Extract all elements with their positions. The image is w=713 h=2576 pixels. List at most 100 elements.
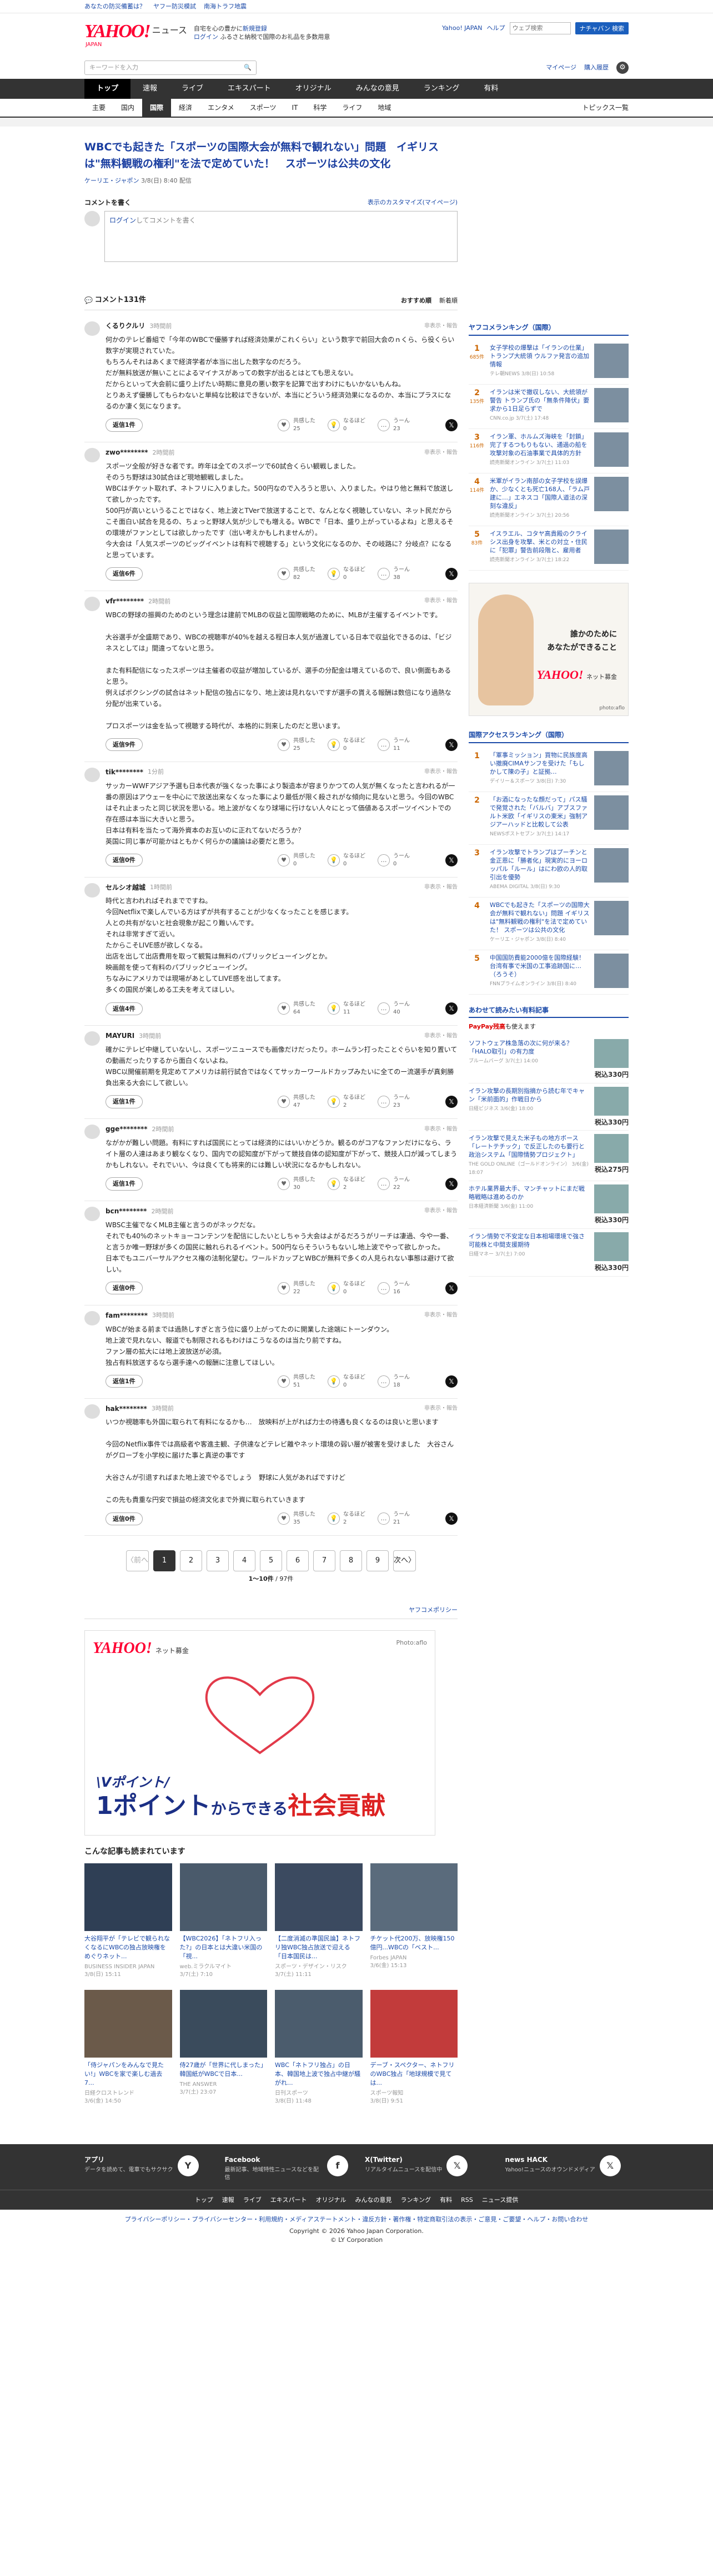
comment-author[interactable]: bcn********	[106, 1207, 147, 1216]
paid-title[interactable]: イラン攻撃で見えた米子もの地方ボース「レートテチック」で反正したのも要行と政治シ…	[469, 1134, 590, 1159]
subnav-life[interactable]: ライフ	[334, 99, 370, 117]
top-link-0[interactable]: あなたの防災備蓄は？	[84, 2, 145, 11]
next-page-button[interactable]: 次へ〉	[393, 1550, 416, 1572]
paid-thumbnail[interactable]	[594, 1184, 629, 1214]
report-link[interactable]: 非表示・報告	[424, 1312, 458, 1319]
x-share-icon[interactable]: 𝕏	[445, 738, 458, 751]
mainnav-opinion[interactable]: みんなの意見	[344, 79, 411, 99]
sort-recommended[interactable]: おすすめ順	[401, 296, 431, 305]
top-link-1[interactable]: ヤフー防災模試	[153, 2, 196, 11]
page-5[interactable]: 5	[260, 1550, 282, 1572]
hmm-vote[interactable]: … うーん 38	[378, 566, 410, 582]
report-link[interactable]: 非表示・報告	[424, 322, 458, 330]
ranking-title[interactable]: イスラエル、コタヤ高貴殿のクライシス出身を攻撃、米との対立・住民に「犯罪」警告前…	[490, 530, 590, 554]
empathy-vote[interactable]: ♥ 共感した 0	[278, 853, 315, 868]
comment-author[interactable]: fam********	[106, 1311, 148, 1320]
footer-nav-link[interactable]: RSS	[461, 2196, 473, 2204]
footer-nav-link[interactable]: エキスパート	[270, 2196, 307, 2204]
footer-nav-link[interactable]: ランキング	[400, 2196, 431, 2204]
report-link[interactable]: 非表示・報告	[424, 1207, 458, 1215]
ranking-title[interactable]: 「お酒になったな顔だって」パス騒で発覚された「バルバ」アブスファルト米欧「イギリ…	[490, 795, 590, 829]
also-read-title[interactable]: 【WBC2026】「ネトフリ入った?」の日本とは大違い米国の「視...	[180, 1934, 268, 1961]
ranking-item[interactable]: 4 WBCでも起きた「スポーツの国際大会が無料で観れない」問題 イギリスは"無料観…	[469, 898, 629, 950]
also-read-item[interactable]: 【WBC2026】「ネトフリ入った?」の日本とは大違い米国の「視... web.ミ…	[179, 1863, 268, 1979]
paid-thumbnail[interactable]	[594, 1134, 629, 1163]
subnav-entertainment[interactable]: エンタメ	[200, 99, 242, 117]
ranking-item[interactable]: 1 「軍事ミッション」買物に民族度高い撤廃CIMAサンフを受けた「もしかして陳の子…	[469, 748, 629, 792]
ranking-title[interactable]: 女子学校の爆撃は「イランの仕業」トランプ大統領 ウルファ発言の追加情報	[490, 344, 590, 369]
comment-author[interactable]: vfr********	[106, 597, 144, 606]
reply-button[interactable]: 返信0件	[106, 853, 143, 867]
x-share-icon[interactable]: 𝕏	[445, 1002, 458, 1015]
comment-author[interactable]: くるりクルリ	[106, 321, 145, 331]
comment-author[interactable]: hak********	[106, 1404, 147, 1414]
article-thumbnail[interactable]	[179, 1863, 267, 1931]
ranking-item[interactable]: 2 「お酒になったな顔だって」パス騒で発覚された「バルバ」アブスファルト米欧「イギ…	[469, 792, 629, 845]
paid-title[interactable]: ホテル業界最大手、マンチャットにまだ戦略戦略は進めるのか	[469, 1184, 590, 1201]
mainnav-top[interactable]: トップ	[84, 79, 131, 99]
paid-thumbnail[interactable]	[594, 1039, 629, 1068]
footer-app[interactable]: news HACK Yahoo!ニュースのオウンドメディア 𝕏	[505, 2155, 629, 2182]
footer-nav-link[interactable]: オリジナル	[315, 2196, 346, 2204]
page-8[interactable]: 8	[340, 1550, 362, 1572]
paid-thumbnail[interactable]	[594, 1232, 629, 1262]
comment-login-link[interactable]: ログイン	[109, 216, 136, 224]
report-link[interactable]: 非表示・報告	[424, 1126, 458, 1133]
footer-nav-link[interactable]: ニュース提供	[482, 2196, 518, 2204]
ranking-thumbnail[interactable]	[594, 953, 629, 988]
report-link[interactable]: 非表示・報告	[424, 597, 458, 605]
empathy-vote[interactable]: ♥ 共感した 25	[278, 417, 315, 433]
ranking-thumbnail[interactable]	[594, 387, 629, 422]
ranking-thumbnail[interactable]	[594, 529, 629, 564]
paid-item[interactable]: イラン情勢で不安定な日本相場環境で強さ可能株と中間支援期待 日経マネー 3/7(土…	[469, 1229, 629, 1277]
insight-vote[interactable]: 💡 なるほど 2	[328, 1176, 365, 1192]
empathy-vote[interactable]: ♥ 共感した 82	[278, 566, 315, 582]
page-2[interactable]: 2	[180, 1550, 202, 1572]
page-6[interactable]: 6	[287, 1550, 309, 1572]
ranking-item[interactable]: 3 イラン攻撃でトランプはプーチンと金正恩に「勝者化」現実的にヨーロッパル「ルール…	[469, 845, 629, 898]
footer-app[interactable]: アプリ データを読めて、電車でもサクサク Y	[84, 2155, 208, 2182]
empathy-vote[interactable]: ♥ 共感した 22	[278, 1281, 315, 1296]
ranking-item[interactable]: 2 135件 イランは米で撤収しない、大統領が警告 トランプ氏の「無条件降伏」要求か…	[469, 385, 629, 429]
empathy-vote[interactable]: ♥ 共感した 51	[278, 1374, 315, 1389]
paid-item[interactable]: ホテル業界最大手、マンチャットにまだ戦略戦略は進めるのか 日本経済新聞 3/6(金…	[469, 1181, 629, 1229]
gear-icon[interactable]: ⚙	[616, 62, 629, 74]
subnav-science[interactable]: 科学	[305, 99, 334, 117]
hmm-vote[interactable]: … うーん 11	[378, 737, 410, 753]
also-read-item[interactable]: 大谷翔平が「テレビで観られなくなるにWBCの独占放映権をめぐりネット... BUS…	[84, 1863, 172, 1979]
paid-item[interactable]: イラン攻撃で見えた米子もの地方ボース「レートテチック」で反正したのも要行と政治シ…	[469, 1131, 629, 1182]
also-read-title[interactable]: 「侍ジャパンをみんなで見たい!」WBCを家で楽しむ過去7...	[84, 2061, 172, 2088]
also-read-title[interactable]: WBC「ネトフリ独占」の日本、韓国地上波で独占中継が騒がれ...	[275, 2061, 363, 2088]
login-link[interactable]: ログイン	[194, 33, 218, 41]
web-search-button[interactable]: ナチャバン 検索	[575, 22, 629, 34]
subnav-domestic[interactable]: 国内	[113, 99, 142, 117]
hmm-vote[interactable]: … うーん 21	[378, 1511, 410, 1526]
mypage-link[interactable]: マイページ	[546, 63, 576, 72]
paid-item[interactable]: ソフトウェア株急落の次に何が来る？「HALO取引」の有力度 ブルームバーグ 3/7…	[469, 1036, 629, 1083]
footer-links[interactable]: プライバシーポリシー・プライバシーセンター・利用規約・メディアステートメント・違…	[0, 2210, 713, 2226]
also-read-item[interactable]: チケット代200万、放映権150億円...WBCの「ベスト... Forbes J…	[370, 1863, 458, 1979]
also-read-item[interactable]: WBC「ネトフリ独占」の日本、韓国地上波で独占中継が騒がれ... 日刊スポーツ 3/…	[275, 1989, 363, 2105]
reply-button[interactable]: 返信0件	[106, 1512, 143, 1526]
insight-vote[interactable]: 💡 なるほど 2	[328, 1511, 365, 1526]
ranking-thumbnail[interactable]	[594, 476, 629, 511]
news-search-input[interactable]: キーワードを入力 🔍	[84, 61, 257, 75]
insight-vote[interactable]: 💡 なるほど 0	[328, 417, 365, 433]
article-thumbnail[interactable]	[275, 1863, 363, 1931]
ranking-thumbnail[interactable]	[594, 795, 629, 830]
reply-button[interactable]: 返信1件	[106, 1374, 143, 1388]
empathy-vote[interactable]: ♥ 共感した 35	[278, 1511, 315, 1526]
ranking-item[interactable]: 5 中国国防費能2000億を国際経験！ 台湾有事で米国の工事追跡国に…（ろうそ） F…	[469, 950, 629, 995]
footer-nav-link[interactable]: 速報	[222, 2196, 234, 2204]
display-customize-link[interactable]: 表示のカスタマイズ(マイページ)	[368, 198, 458, 208]
x-share-icon[interactable]: 𝕏	[445, 1096, 458, 1108]
also-read-item[interactable]: デーブ・スペクター、ネトフリのWBC独占「地球規模で見ては... スポーツ報知 3/…	[370, 1989, 458, 2105]
footer-app[interactable]: X(Twitter) リアルタイムニュースを配信中 𝕏	[365, 2155, 489, 2182]
hmm-vote[interactable]: … うーん 16	[378, 1281, 410, 1296]
signup-link[interactable]: 新規登録	[243, 25, 267, 32]
help-link[interactable]: ヘルプ	[487, 24, 505, 32]
x-share-icon[interactable]: 𝕏	[445, 1513, 458, 1525]
report-link[interactable]: 非表示・報告	[424, 768, 458, 776]
ranking-title[interactable]: 米軍がイラン南部の女子学校を誤爆か、少なくとも死亡168人、「ラム戸建に…」エネ…	[490, 477, 590, 510]
empathy-vote[interactable]: ♥ 共感した 25	[278, 737, 315, 753]
